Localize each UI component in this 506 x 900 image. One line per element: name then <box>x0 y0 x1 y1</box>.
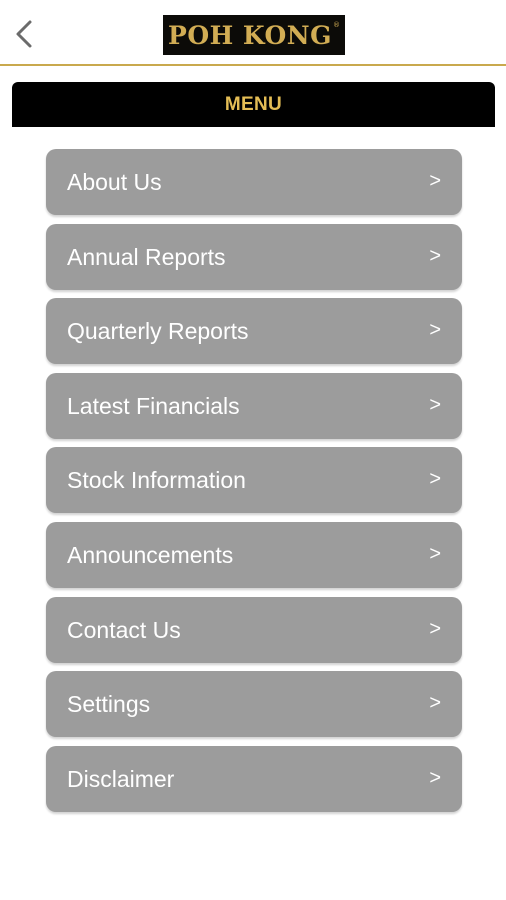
menu-item-label: Disclaimer <box>67 765 175 792</box>
chevron-right-icon: > <box>429 617 441 640</box>
chevron-right-icon: > <box>429 319 441 342</box>
menu-list: About Us > Annual Reports > Quarterly Re… <box>46 149 462 820</box>
chevron-right-icon: > <box>429 170 441 192</box>
menu-item-label: Quarterly Reports <box>67 318 249 345</box>
menu-item-settings[interactable]: Settings > <box>46 671 462 738</box>
menu-bar: MENU <box>12 82 495 127</box>
menu-item-label: About Us <box>67 169 162 195</box>
registered-mark: ® <box>332 21 340 29</box>
menu-item-label: Contact Us <box>67 616 181 643</box>
chevron-right-icon: > <box>429 692 441 715</box>
menu-item-latest-financials[interactable]: Latest Financials > <box>46 372 462 439</box>
menu-item-label: Announcements <box>67 541 234 568</box>
menu-item-label: Latest Financials <box>67 392 240 419</box>
menu-item-annual-reports[interactable]: Annual Reports > <box>46 223 462 290</box>
menu-item-about-us[interactable]: About Us > <box>46 149 462 215</box>
menu-item-label: Annual Reports <box>67 243 226 270</box>
chevron-right-icon: > <box>429 393 441 416</box>
menu-item-announcements[interactable]: Announcements > <box>46 521 462 588</box>
menu-item-disclaimer[interactable]: Disclaimer > <box>46 745 462 812</box>
back-button[interactable] <box>8 14 40 54</box>
chevron-left-icon <box>16 20 32 48</box>
logo-text: POH KONG <box>168 20 332 50</box>
menu-item-stock-information[interactable]: Stock Information > <box>46 447 462 514</box>
poh-kong-logo: POH KONG ® <box>163 15 345 55</box>
menu-item-quarterly-reports[interactable]: Quarterly Reports > <box>46 298 462 365</box>
chevron-right-icon: > <box>429 468 441 491</box>
menu-item-contact-us[interactable]: Contact Us > <box>46 596 462 663</box>
chevron-right-icon: > <box>429 542 441 565</box>
menu-item-label: Stock Information <box>67 467 246 494</box>
chevron-right-icon: > <box>429 766 441 789</box>
chevron-right-icon: > <box>429 244 441 267</box>
menu-title: MENU <box>224 93 283 115</box>
menu-item-label: Settings <box>67 691 151 718</box>
app-header: POH KONG ® <box>0 0 506 66</box>
